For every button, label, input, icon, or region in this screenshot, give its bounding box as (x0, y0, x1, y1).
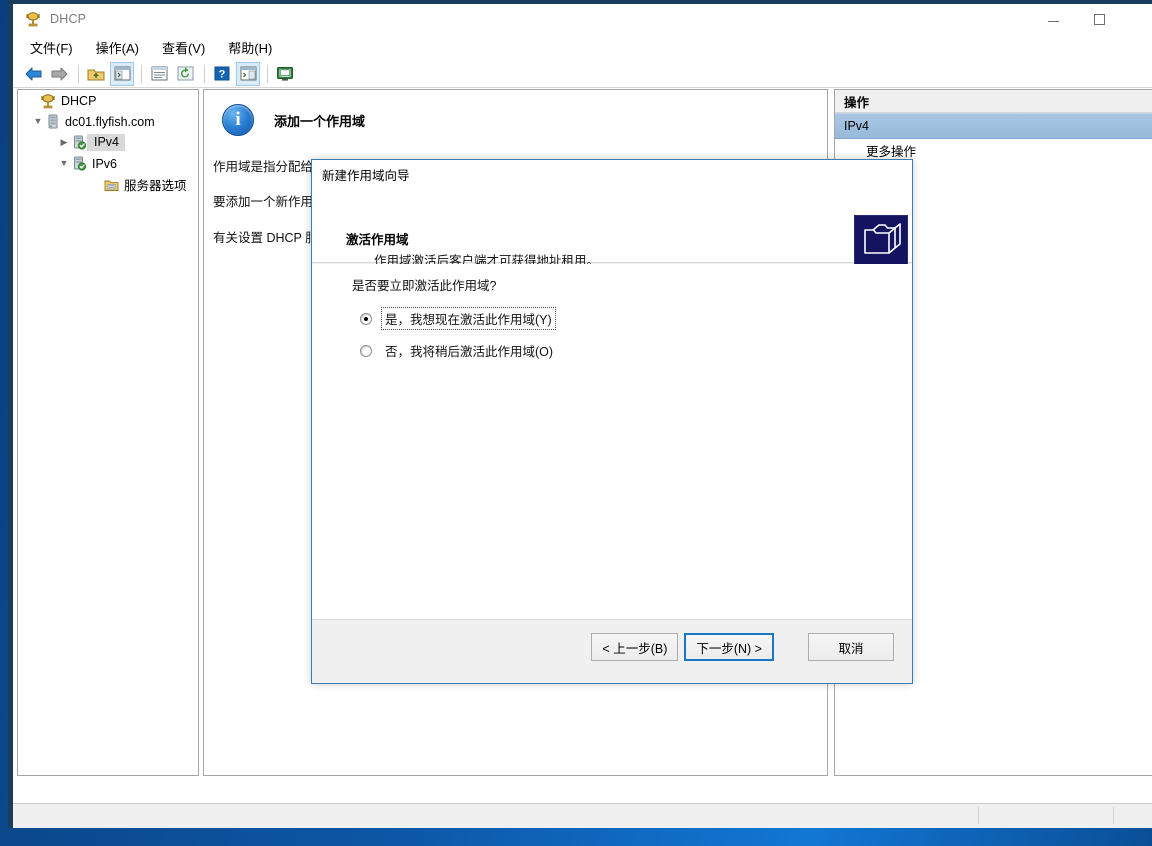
radio-activate-later[interactable]: 否，我将稍后激活此作用域(O) (360, 340, 556, 361)
radio-button-icon[interactable] (360, 344, 372, 357)
export-list-icon[interactable] (273, 62, 297, 86)
radio-activate-now-label: 是，我想现在激活此作用域(Y) (381, 307, 556, 330)
tree-twisty-expanded[interactable]: ▼ (30, 114, 46, 130)
main-pane-header: i 添加一个作用域 (204, 90, 827, 136)
navigation-tree-pane[interactable]: DHCP ▼ dc01.flyfish.com ▶ IPv4 ▼ IPv6 服务… (17, 89, 199, 776)
tree-node-server[interactable]: ▼ dc01.flyfish.com (18, 111, 198, 132)
wizard-title: 新建作用域向导 (322, 168, 410, 183)
forward-icon[interactable] (47, 62, 71, 86)
maximize-icon (1093, 13, 1105, 25)
show-tree-icon[interactable] (110, 61, 134, 86)
back-icon[interactable] (21, 62, 45, 86)
tree-node-label: DHCP (61, 93, 97, 108)
folder-options-icon (104, 178, 119, 192)
tree-node-label: IPv4 (94, 135, 120, 149)
statusbar-divider (978, 807, 979, 824)
dhcp-console-window: DHCP 文件(F) 操作(A) 查看(V) 帮助(H) ? DHCP ▼ dc… (8, 0, 1152, 828)
wizard-header: 激活作用域 作用域激活后客户端才可获得地址租用。 (312, 188, 912, 269)
toolbar-separator (141, 64, 142, 83)
next-button[interactable]: 下一步(N) > (684, 633, 774, 661)
action-more-actions[interactable]: 更多操作 (835, 139, 1152, 161)
radio-activate-now[interactable]: 是，我想现在激活此作用域(Y) (360, 307, 556, 330)
tree-node-ipv6[interactable]: ▼ IPv6 (18, 153, 198, 174)
wizard-titlebar: 新建作用域向导 (312, 160, 912, 188)
menu-help[interactable]: 帮助(H) (225, 36, 275, 59)
dhcp-root-icon (40, 93, 56, 109)
protocol-icon (72, 156, 87, 171)
toolbar-separator (78, 64, 79, 83)
toolbar-separator (267, 64, 268, 83)
folders-stack-icon (854, 215, 908, 269)
radio-button-icon[interactable] (360, 312, 372, 325)
tree-node-ipv4[interactable]: ▶ IPv4 (18, 132, 198, 153)
protocol-icon (72, 135, 87, 150)
properties-icon[interactable] (147, 62, 171, 86)
window-title: DHCP (50, 12, 87, 26)
toolbar: ? (13, 60, 1152, 88)
tree-node-server-options[interactable]: 服务器选项 (18, 174, 198, 195)
menubar: 文件(F) 操作(A) 查看(V) 帮助(H) (13, 34, 1152, 60)
toolbar-separator (204, 64, 205, 83)
wizard-body: 是否要立即激活此作用域? 是，我想现在激活此作用域(Y) 否，我将稍后激活此作用… (312, 264, 912, 619)
info-icon: i (222, 104, 254, 136)
menu-view[interactable]: 查看(V) (159, 36, 208, 59)
show-action-pane-icon[interactable] (236, 61, 260, 86)
tree-node-dhcp[interactable]: DHCP (18, 90, 198, 111)
menu-file[interactable]: 文件(F) (27, 36, 76, 59)
svg-text:?: ? (219, 69, 226, 81)
maximize-button[interactable] (1076, 4, 1122, 34)
wizard-header-title: 激活作用域 (346, 233, 409, 247)
wizard-question: 是否要立即激活此作用域? (352, 279, 497, 293)
window-titlebar: DHCP (13, 4, 1152, 34)
dhcp-console-icon (25, 11, 41, 27)
tree-node-label: 服务器选项 (124, 179, 187, 193)
help-icon[interactable]: ? (210, 62, 234, 86)
wizard-button-row: < 上一步(B) 下一步(N) > 取消 (591, 633, 894, 661)
wizard-footer: < 上一步(B) 下一步(N) > 取消 (312, 619, 912, 683)
refresh-icon[interactable] (173, 62, 197, 86)
tree-twisty-collapsed[interactable]: ▶ (56, 135, 72, 151)
server-icon (46, 114, 60, 129)
tree-node-label: dc01.flyfish.com (65, 114, 155, 129)
close-button[interactable] (1122, 4, 1152, 34)
tree-node-label: IPv6 (92, 156, 118, 171)
tree-twisty-expanded[interactable]: ▼ (56, 156, 72, 172)
actions-pane-header: 操作 (835, 90, 1152, 113)
window-controls (1030, 4, 1152, 34)
radio-activate-later-label: 否，我将稍后激活此作用域(O) (385, 345, 554, 359)
up-folder-icon[interactable] (84, 62, 108, 86)
tree-twisty (24, 93, 40, 109)
cancel-button[interactable]: 取消 (808, 633, 894, 661)
statusbar (13, 803, 1152, 828)
statusbar-divider (1113, 807, 1114, 824)
minimize-button[interactable] (1030, 4, 1076, 34)
new-scope-wizard-dialog: 新建作用域向导 激活作用域 作用域激活后客户端才可获得地址租用。 是否要立即激活… (311, 159, 913, 684)
menu-action[interactable]: 操作(A) (93, 36, 142, 59)
back-button[interactable]: < 上一步(B) (591, 633, 679, 661)
minimize-icon (1047, 20, 1059, 22)
actions-context-item[interactable]: IPv4 (835, 113, 1152, 139)
page-title: 添加一个作用域 (274, 113, 366, 129)
tree-twisty (88, 177, 104, 193)
